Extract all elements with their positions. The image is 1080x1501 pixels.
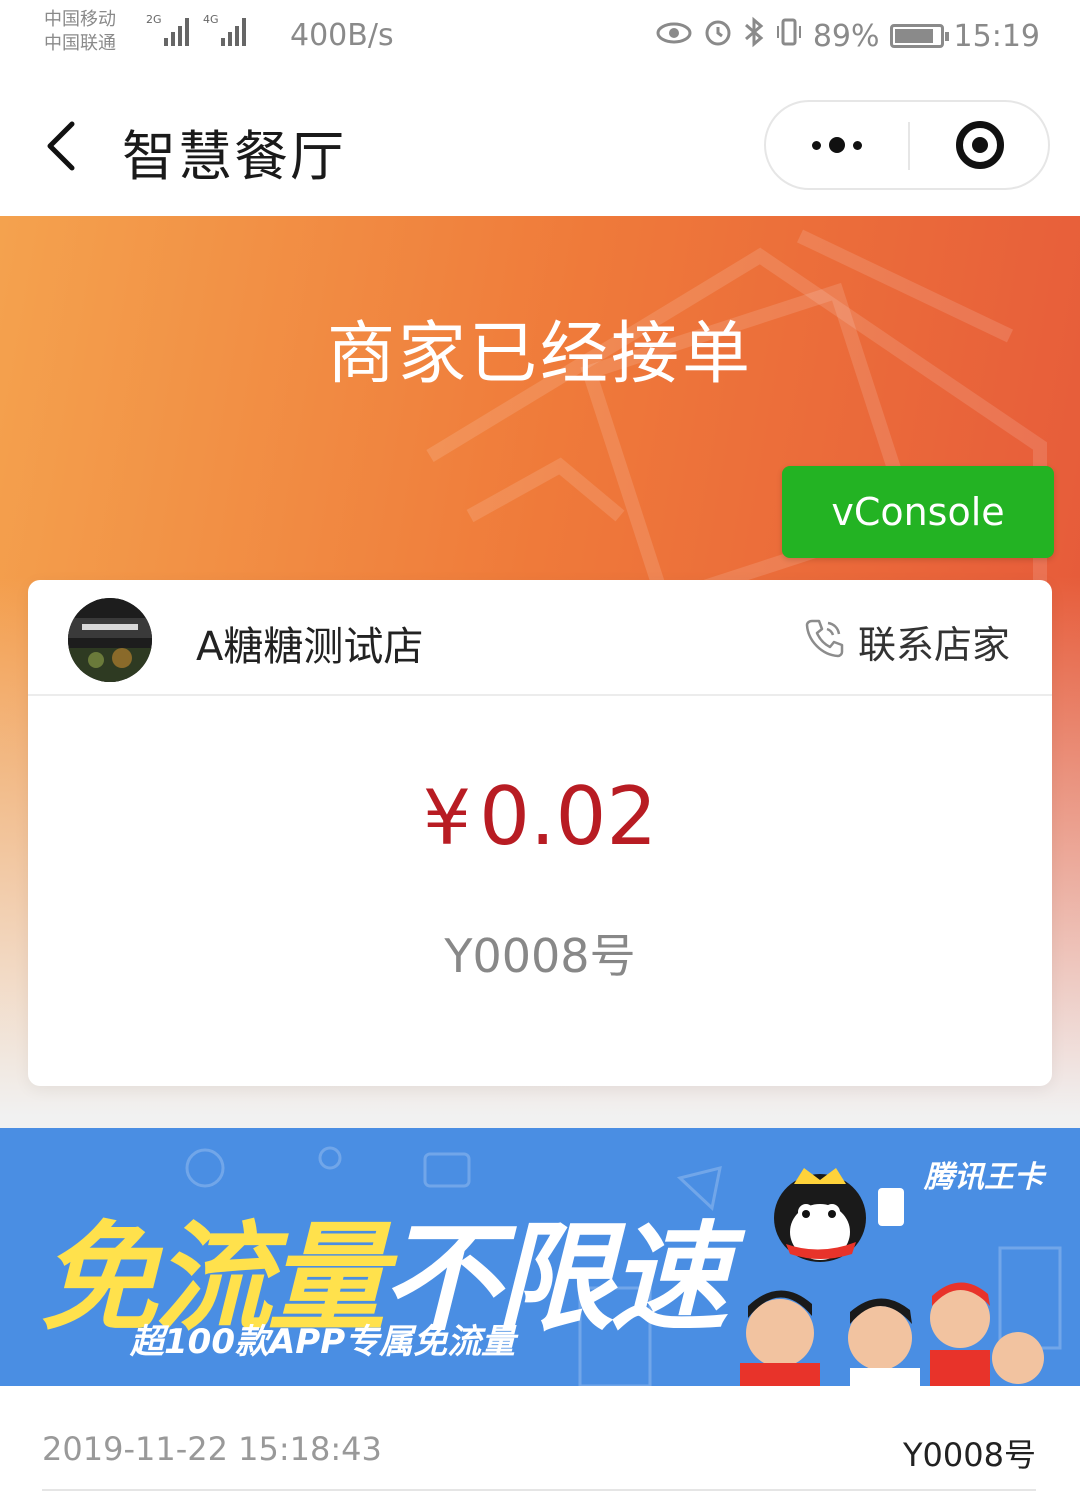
clock: 15:19 <box>953 18 1040 54</box>
promo-banner[interactable]: 免流量不限速 超100款APP专属免流量 腾讯王卡 <box>0 1128 1080 1386</box>
currency-symbol: ¥ <box>422 773 472 862</box>
order-amount: ¥0.02 <box>28 770 1052 863</box>
nav-bar: 智慧餐厅 <box>0 78 1080 216</box>
shop-name: A糖糖测试店 <box>196 624 424 670</box>
chevron-left-icon[interactable] <box>40 116 92 176</box>
status-right: 89% 15:19 <box>655 16 1040 56</box>
contact-shop-button[interactable]: 联系店家 <box>802 614 1010 669</box>
more-button[interactable] <box>766 102 908 188</box>
order-info-number: Y0008号 <box>903 1436 1036 1474</box>
order-info-row: 2019-11-22 15:18:43 Y0008号 <box>0 1386 1080 1501</box>
mini-program-capsule <box>764 100 1050 190</box>
status-bar: 中国移动 中国联通 2G 4G 400B/s 89% 15:19 <box>0 0 1080 78</box>
carrier-names: 中国移动 中国联通 <box>44 8 116 56</box>
close-button[interactable] <box>910 102 1050 188</box>
target-circle-icon <box>956 121 1004 169</box>
alarm-icon <box>703 17 733 55</box>
bluetooth-icon <box>743 16 765 56</box>
page-title: 智慧餐厅 <box>122 125 346 188</box>
order-status-title: 商家已经接单 <box>326 315 753 394</box>
signal-icon: 2G <box>146 14 189 46</box>
order-number: Y0008号 <box>444 929 636 983</box>
amount-value: 0.02 <box>479 770 658 863</box>
vconsole-button[interactable]: vConsole <box>782 466 1054 558</box>
battery-percent: 89% <box>812 18 880 54</box>
phone-icon <box>802 615 846 668</box>
signal-icon: 4G <box>203 14 246 46</box>
banner-subline: 超100款APP专属免流量 <box>130 1322 516 1362</box>
signal-1-tag: 2G <box>146 13 162 26</box>
vibrate-icon <box>775 17 803 55</box>
order-time: 2019-11-22 15:18:43 <box>42 1430 382 1468</box>
shop-avatar <box>68 598 152 682</box>
battery-icon <box>889 24 949 48</box>
eye-icon <box>655 19 693 54</box>
signal-indicators: 2G 4G <box>146 14 246 46</box>
net-speed: 400B/s <box>290 18 394 53</box>
divider <box>42 1489 1036 1491</box>
signal-2-tag: 4G <box>203 13 219 26</box>
carrier-2: 中国联通 <box>44 33 116 54</box>
banner-brand: 腾讯王卡 <box>924 1160 1044 1195</box>
contact-shop-label: 联系店家 <box>857 623 1010 667</box>
carrier-1: 中国移动 <box>44 9 116 30</box>
order-card: A糖糖测试店 联系店家 ¥0.02 Y0008号 <box>28 580 1052 1086</box>
more-dots-icon <box>812 137 862 153</box>
shop-header: A糖糖测试店 联系店家 <box>28 580 1052 696</box>
